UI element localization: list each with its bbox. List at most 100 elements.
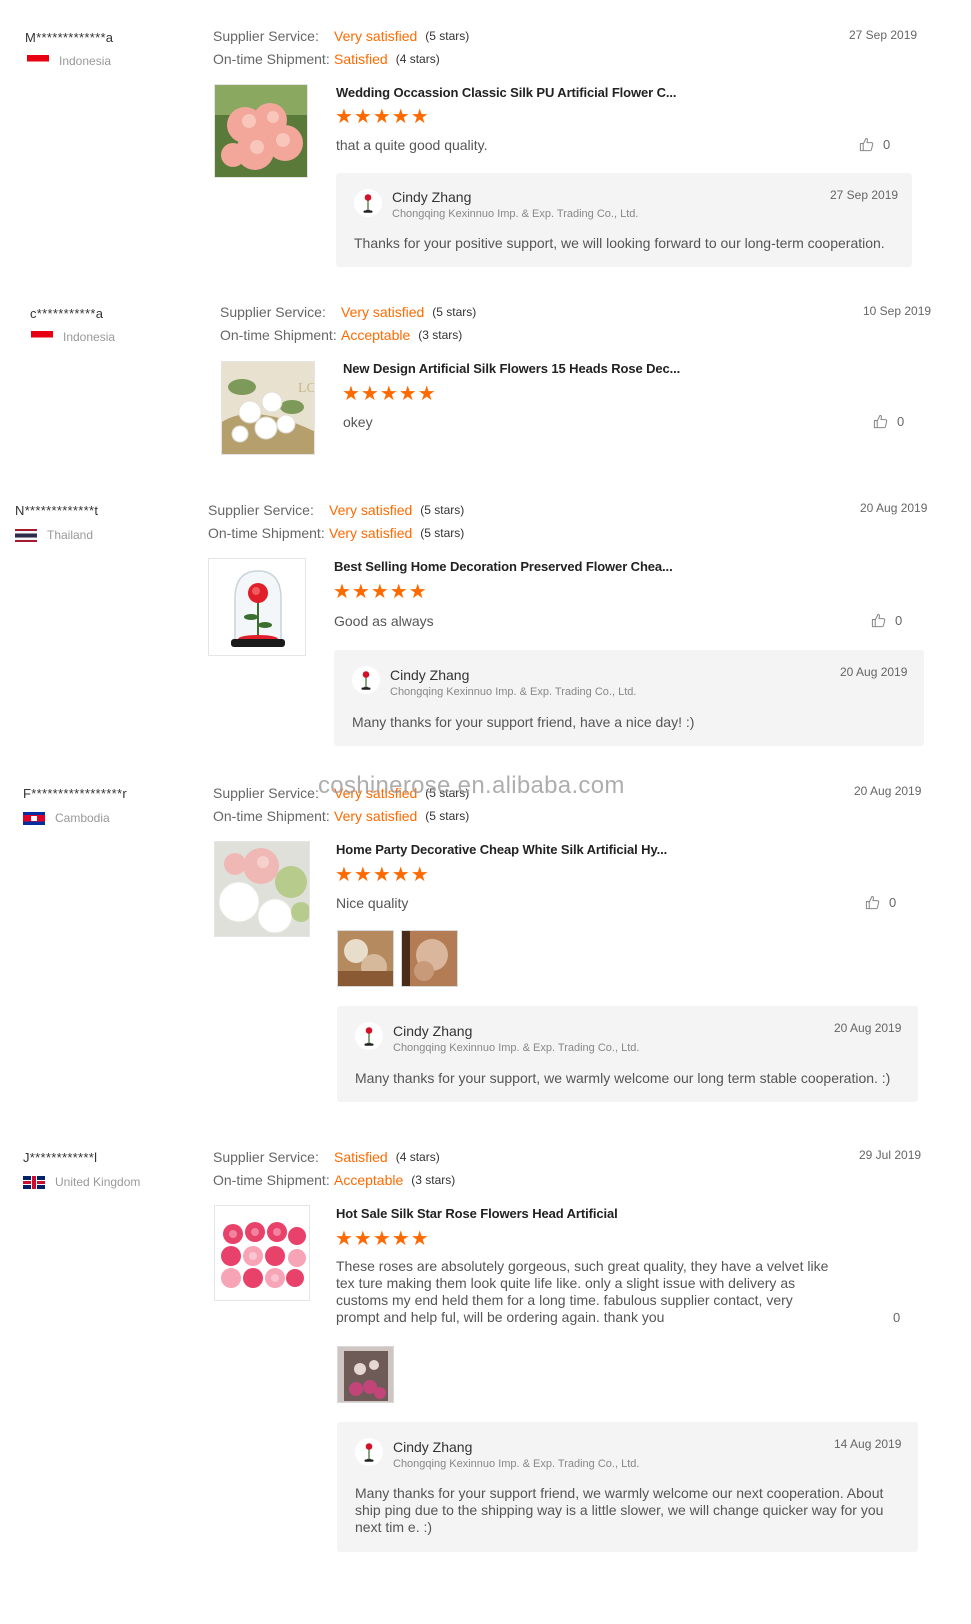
supplier-avatar-icon <box>354 189 382 217</box>
country-label: United Kingdom <box>55 1175 141 1189</box>
reply-author: Cindy Zhang <box>393 1023 473 1039</box>
product-thumbnail[interactable] <box>208 558 306 656</box>
product-thumbnail[interactable] <box>214 84 308 178</box>
review-comment: Nice quality <box>336 895 409 911</box>
thumbs-up-icon <box>871 613 886 628</box>
product-thumbnail[interactable] <box>214 1205 310 1301</box>
thumbs-up-icon <box>873 414 888 429</box>
like-button[interactable]: 0 <box>865 895 896 910</box>
product-title-link[interactable]: Best Selling Home Decoration Preserved F… <box>334 559 673 574</box>
flag-indonesia-icon <box>31 330 53 344</box>
reply-date: 20 Aug 2019 <box>840 665 908 679</box>
review-comment: These roses are absolutely gorgeous, suc… <box>336 1258 829 1325</box>
shipment-stars: (3 stars) <box>411 1173 456 1187</box>
shipment-label: On-time Shipment: <box>213 51 330 67</box>
supplier-service-label: Supplier Service: <box>220 304 326 320</box>
supplier-service-label: Supplier Service: <box>213 785 319 801</box>
review-date: 27 Sep 2019 <box>849 28 918 42</box>
supplier-service-value: Very satisfied <box>329 502 413 518</box>
reply-text: Thanks for your positive support, we wil… <box>354 235 885 251</box>
like-button[interactable]: 0 <box>893 1310 900 1325</box>
star-rating: ★★★★★ <box>335 864 430 886</box>
buyer-name: M*************a <box>25 30 114 45</box>
reply-date: 27 Sep 2019 <box>830 188 899 202</box>
reply-date: 14 Aug 2019 <box>834 1437 902 1451</box>
like-button[interactable]: 0 <box>871 613 902 628</box>
review-photo[interactable] <box>337 930 394 987</box>
product-thumbnail[interactable]: LC <box>221 361 315 455</box>
shipment-label: On-time Shipment: <box>213 808 330 824</box>
supplier-service-stars: (5 stars) <box>432 305 477 319</box>
reply-author: Cindy Zhang <box>390 667 470 683</box>
shipment-stars: (5 stars) <box>425 809 470 823</box>
like-button[interactable]: 0 <box>873 414 904 429</box>
like-count: 0 <box>889 895 897 910</box>
product-thumbnail[interactable] <box>214 841 310 937</box>
supplier-avatar-icon <box>355 1022 383 1050</box>
buyer-name: N*************t <box>15 503 99 518</box>
country-label: Thailand <box>47 528 94 542</box>
supplier-service-label: Supplier Service: <box>213 28 319 44</box>
review-comment: okey <box>343 414 373 430</box>
supplier-service-value: Satisfied <box>334 1149 388 1165</box>
supplier-service-value: Very satisfied <box>341 304 425 320</box>
shipment-stars: (3 stars) <box>418 328 463 342</box>
review-date: 29 Jul 2019 <box>859 1148 922 1162</box>
svg-text:LC: LC <box>298 381 315 396</box>
reply-company: Chongqing Kexinnuo Imp. & Exp. Trading C… <box>390 686 637 698</box>
product-title-link[interactable]: Hot Sale Silk Star Rose Flowers Head Art… <box>336 1206 618 1221</box>
buyer-name: F*****************r <box>23 786 127 801</box>
like-count: 0 <box>897 414 905 429</box>
reply-text: Many thanks for your support friend, hav… <box>352 714 695 730</box>
review-photo[interactable] <box>337 1346 394 1403</box>
buyer-country: Indonesia <box>31 330 115 344</box>
buyer-name: c***********a <box>30 306 104 321</box>
shipment-value: Acceptable <box>341 327 411 343</box>
supplier-service-rating: Supplier Service: Very satisfied (5 star… <box>208 502 464 518</box>
flag-thailand-icon <box>15 528 37 542</box>
supplier-service-rating: Supplier Service: Very satisfied (5 star… <box>213 28 469 44</box>
supplier-avatar-icon <box>355 1438 383 1466</box>
shipment-value: Very satisfied <box>329 525 413 541</box>
supplier-reply: Cindy Zhang Chongqing Kexinnuo Imp. & Ex… <box>334 650 924 746</box>
like-button[interactable]: 0 <box>859 137 890 152</box>
shipment-stars: (4 stars) <box>395 52 440 66</box>
reply-date: 20 Aug 2019 <box>834 1021 902 1035</box>
review-date: 10 Sep 2019 <box>863 304 932 318</box>
product-title-link[interactable]: Home Party Decorative Cheap White Silk A… <box>336 842 667 857</box>
buyer-country: Indonesia <box>27 54 111 68</box>
reply-text: Many thanks for your support friend, we … <box>355 1485 884 1535</box>
reply-author: Cindy Zhang <box>393 1439 473 1455</box>
reply-company: Chongqing Kexinnuo Imp. & Exp. Trading C… <box>393 1042 640 1054</box>
country-label: Indonesia <box>59 54 112 68</box>
buyer-name: J************l <box>23 1150 98 1165</box>
flag-cambodia-icon <box>23 811 45 825</box>
review-date: 20 Aug 2019 <box>860 501 928 515</box>
supplier-service-stars: (5 stars) <box>425 29 470 43</box>
supplier-reply: Cindy Zhang Chongqing Kexinnuo Imp. & Ex… <box>336 173 912 267</box>
product-title-link[interactable]: Wedding Occassion Classic Silk PU Artifi… <box>336 85 677 100</box>
reply-company: Chongqing Kexinnuo Imp. & Exp. Trading C… <box>392 208 639 220</box>
product-title-link[interactable]: New Design Artificial Silk Flowers 15 He… <box>343 361 680 376</box>
star-rating: ★★★★★ <box>333 581 428 603</box>
shipment-label: On-time Shipment: <box>213 1172 330 1188</box>
supplier-avatar-icon <box>352 666 380 694</box>
supplier-service-rating: Supplier Service: Very satisfied (5 star… <box>220 304 476 320</box>
shipment-rating: On-time Shipment: Very satisfied (5 star… <box>213 808 469 824</box>
reply-company: Chongqing Kexinnuo Imp. & Exp. Trading C… <box>393 1458 640 1470</box>
like-count: 0 <box>883 137 891 152</box>
country-label: Indonesia <box>63 330 116 344</box>
shipment-value: Very satisfied <box>334 808 418 824</box>
supplier-service-label: Supplier Service: <box>213 1149 319 1165</box>
supplier-reply: Cindy Zhang Chongqing Kexinnuo Imp. & Ex… <box>337 1422 918 1552</box>
star-rating: ★★★★★ <box>335 1228 430 1250</box>
shipment-rating: On-time Shipment: Acceptable (3 stars) <box>220 327 462 343</box>
flag-uk-icon <box>23 1175 45 1189</box>
shipment-value: Acceptable <box>334 1172 404 1188</box>
buyer-country: Cambodia <box>23 811 110 825</box>
buyer-country: Thailand <box>15 528 93 542</box>
country-label: Cambodia <box>55 811 110 825</box>
review-photo[interactable] <box>401 930 458 987</box>
shipment-rating: On-time Shipment: Satisfied (4 stars) <box>213 51 440 67</box>
shipment-label: On-time Shipment: <box>220 327 337 343</box>
